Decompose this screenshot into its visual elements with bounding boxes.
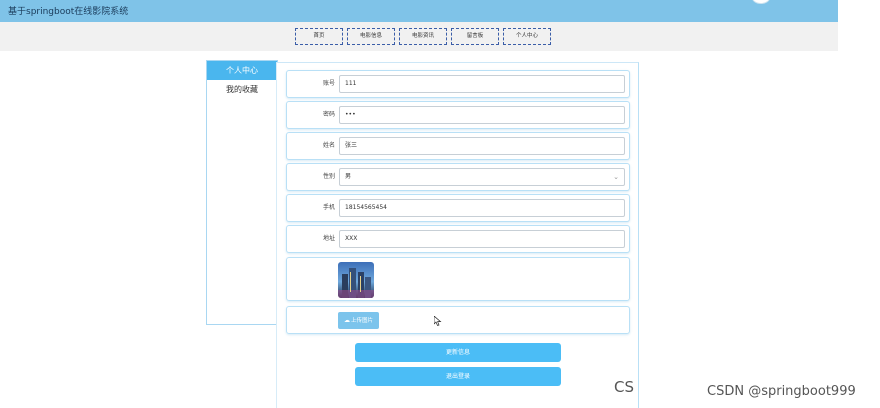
upload-label: 上传图片 [350, 318, 373, 324]
cloud-upload-icon: ☁ [343, 317, 350, 324]
profile-form: 账号 111 密码 ••• 姓名 张三 性别 男 ⌄ 手机 1815456545… [276, 62, 639, 408]
upload-row: ☁上传图片 [286, 306, 630, 334]
main-nav: 首页 电影信息 电影资讯 留言板 个人中心 [0, 22, 838, 51]
sidebar: 个人中心 我的收藏 [206, 60, 278, 325]
account-row: 账号 111 [286, 70, 630, 98]
csdn-watermark: CSDN @springboot999 [707, 384, 856, 399]
name-label: 姓名 [322, 142, 335, 149]
account-field[interactable]: 111 [339, 75, 625, 93]
nav-personal-center[interactable]: 个人中心 [503, 28, 551, 45]
update-info-button[interactable]: 更新信息 [355, 343, 561, 362]
user-avatar[interactable] [752, 0, 770, 4]
sidebar-item-favorites[interactable]: 我的收藏 [207, 80, 277, 99]
address-row: 地址 XXX [286, 225, 630, 253]
address-label: 地址 [322, 235, 335, 242]
avatar-image [338, 262, 374, 298]
top-header: 基于springboot在线影院系统 [0, 0, 838, 22]
watermark-fragment: CS [614, 378, 634, 396]
phone-field[interactable]: 18154565454 [339, 199, 625, 217]
page: 基于springboot在线影院系统 首页 电影信息 电影资讯 留言板 个人中心… [0, 0, 880, 408]
account-label: 账号 [322, 80, 335, 87]
logout-button[interactable]: 退出登录 [355, 367, 561, 386]
chevron-down-icon: ⌄ [613, 173, 619, 181]
avatar-row [286, 257, 630, 301]
sidebar-item-personal-center[interactable]: 个人中心 [207, 61, 277, 80]
address-field[interactable]: XXX [339, 230, 625, 248]
phone-label: 手机 [322, 204, 335, 211]
gender-select[interactable]: 男 ⌄ [339, 168, 625, 186]
name-row: 姓名 张三 [286, 132, 630, 160]
gender-row: 性别 男 ⌄ [286, 163, 630, 191]
password-field[interactable]: ••• [339, 106, 625, 124]
nav-home[interactable]: 首页 [295, 28, 343, 45]
gender-label: 性别 [322, 173, 335, 180]
password-label: 密码 [322, 111, 335, 118]
nav-movie-news[interactable]: 电影资讯 [399, 28, 447, 45]
app-title: 基于springboot在线影院系统 [8, 7, 129, 17]
upload-image-button[interactable]: ☁上传图片 [338, 312, 379, 329]
name-field[interactable]: 张三 [339, 137, 625, 155]
nav-message-board[interactable]: 留言板 [451, 28, 499, 45]
nav-movie-info[interactable]: 电影信息 [347, 28, 395, 45]
mouse-cursor-icon [434, 316, 442, 326]
phone-row: 手机 18154565454 [286, 194, 630, 222]
password-row: 密码 ••• [286, 101, 630, 129]
gender-value: 男 [345, 173, 352, 180]
